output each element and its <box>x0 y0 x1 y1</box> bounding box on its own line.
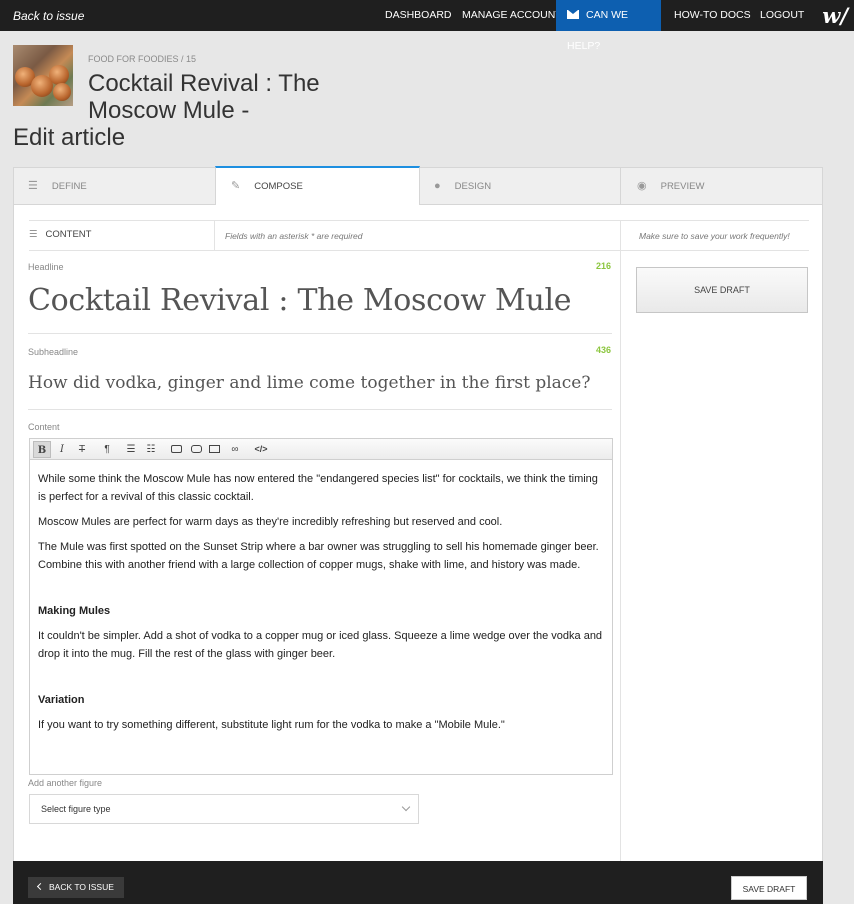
table-icon[interactable] <box>205 441 223 458</box>
subheadline-char-count: 436 <box>596 345 612 355</box>
chevron-down-icon <box>401 802 411 812</box>
content-editor[interactable]: While some think the Moscow Mule has now… <box>29 460 613 775</box>
headline-input[interactable]: Cocktail Revival : The Moscow Mule <box>28 283 572 318</box>
tab-design[interactable]: ● DESIGN <box>420 168 621 205</box>
nav-dashboard[interactable]: DASHBOARD <box>385 0 452 31</box>
eye-icon: ◉ <box>637 180 647 192</box>
chevron-left-icon <box>36 882 45 891</box>
compose-panel: ☰ CONTENT Fields with an asterisk * are r… <box>13 205 823 861</box>
back-to-issue-button[interactable]: BACK TO ISSUE <box>28 877 124 898</box>
paragraph: It couldn't be simpler. Add a shot of vo… <box>38 630 603 660</box>
editor-toolbar: B I T ¶ ☰ ☷ ∞ </> <box>29 438 613 460</box>
footer-bar: BACK TO ISSUE SAVE DRAFT <box>13 861 823 904</box>
brand-logo[interactable]: w/ <box>822 3 848 28</box>
mail-icon <box>567 9 579 19</box>
paragraph: Moscow Mules are perfect for warm days a… <box>38 516 503 528</box>
nav-can-we-help[interactable]: CAN WE HELP? <box>556 0 661 52</box>
content-heading: Making Mules <box>38 605 111 617</box>
tab-define[interactable]: ☰ DEFINE <box>14 168 215 205</box>
content-section-header: ☰ CONTENT <box>29 229 91 240</box>
paragraph: While some think the Moscow Mule has now… <box>38 473 598 503</box>
tab-preview[interactable]: ◉ PREVIEW <box>621 168 823 205</box>
figure-type-select[interactable]: Select figure type <box>29 794 419 824</box>
page-subtitle: Edit article <box>13 124 126 151</box>
subheadline-input[interactable]: How did vodka, ginger and lime come toge… <box>28 373 591 393</box>
step-tabs: ☰ DEFINE ✎ COMPOSE ● DESIGN ◉ PREVIEW <box>13 166 823 205</box>
save-reminder: Make sure to save your work frequently! <box>639 231 790 241</box>
tab-compose[interactable]: ✎ COMPOSE <box>215 166 420 205</box>
nav-how-to-docs[interactable]: HOW-TO DOCS <box>674 0 751 31</box>
video-icon[interactable] <box>187 441 205 458</box>
code-view-button[interactable]: </> <box>252 441 270 458</box>
save-draft-button[interactable]: SAVE DRAFT <box>636 267 808 313</box>
paragraph-button[interactable]: ¶ <box>98 441 116 458</box>
pencil-icon: ✎ <box>231 180 241 192</box>
footer-save-draft-button[interactable]: SAVE DRAFT <box>731 876 807 900</box>
tab-preview-label: PREVIEW <box>660 181 705 192</box>
link-icon[interactable]: ∞ <box>226 441 244 458</box>
tab-design-label: DESIGN <box>454 181 492 192</box>
tab-define-label: DEFINE <box>51 181 87 192</box>
back-to-issue-link[interactable]: Back to issue <box>13 9 84 23</box>
numbered-list-icon[interactable]: ☷ <box>142 441 160 458</box>
required-note: Fields with an asterisk * are required <box>225 231 363 241</box>
nav-logout[interactable]: LOGOUT <box>760 0 804 31</box>
add-figure-label: Add another figure <box>28 778 103 788</box>
bullet-list-icon[interactable]: ☰ <box>122 441 140 458</box>
list-icon: ☰ <box>28 180 38 192</box>
content-label: Content <box>28 422 60 432</box>
content-heading: Variation <box>38 694 85 706</box>
italic-button[interactable]: I <box>53 441 71 458</box>
strikethrough-button[interactable]: T <box>73 441 91 458</box>
paragraph: The Mule was first spotted on the Sunset… <box>38 541 599 571</box>
nav-manage-account[interactable]: MANAGE ACCOUNT <box>462 0 562 31</box>
headline-label: Headline <box>28 262 64 272</box>
page-title: Cocktail Revival : The Moscow Mule - <box>88 70 320 124</box>
figure-type-value: Select figure type <box>41 804 111 814</box>
bold-button[interactable]: B <box>33 441 51 458</box>
breadcrumb: FOOD FOR FOODIES / 15 <box>88 54 197 64</box>
tab-compose-label: COMPOSE <box>254 181 303 192</box>
headline-char-count: 216 <box>596 261 612 271</box>
article-thumbnail <box>13 45 73 106</box>
content-section-label: CONTENT <box>45 229 92 240</box>
top-bar: Back to issue DASHBOARD MANAGE ACCOUNT C… <box>0 0 854 52</box>
back-to-issue-label: BACK TO ISSUE <box>49 882 114 892</box>
image-icon[interactable] <box>167 441 185 458</box>
paragraph: If you want to try something different, … <box>38 719 505 731</box>
list-icon: ☰ <box>29 229 38 240</box>
subheadline-label: Subheadline <box>28 347 79 357</box>
drop-icon: ● <box>434 180 441 192</box>
